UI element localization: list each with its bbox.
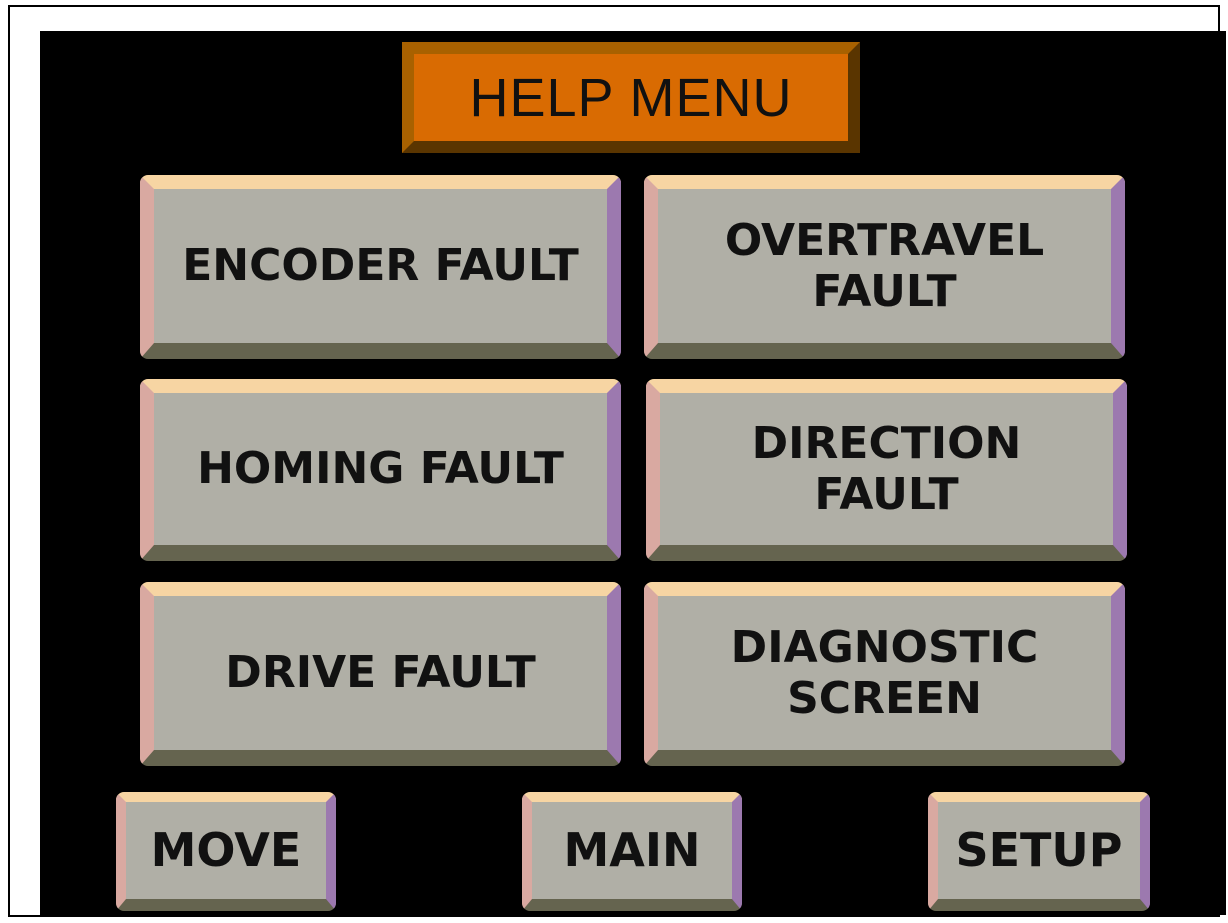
diagnostic-screen-label: DIAGNOSTIC SCREEN [730, 621, 1039, 724]
move-button[interactable]: MOVE [116, 792, 336, 911]
hmi-frame: HELP MENU ENCODER FAULT OVERTRAVEL FAULT… [8, 5, 1226, 917]
main-button[interactable]: MAIN [522, 792, 742, 911]
direction-fault-button[interactable]: DIRECTION FAULT [646, 379, 1127, 561]
setup-button[interactable]: SETUP [928, 792, 1150, 911]
encoder-fault-button[interactable]: ENCODER FAULT [140, 175, 621, 359]
main-label: MAIN [563, 822, 701, 877]
page-title: HELP MENU [469, 67, 793, 128]
overtravel-fault-label: OVERTRAVEL FAULT [724, 214, 1045, 317]
drive-fault-label: DRIVE FAULT [225, 647, 536, 699]
encoder-fault-label: ENCODER FAULT [182, 240, 579, 292]
overtravel-fault-button[interactable]: OVERTRAVEL FAULT [644, 175, 1125, 359]
drive-fault-button[interactable]: DRIVE FAULT [140, 582, 621, 766]
setup-label: SETUP [955, 822, 1123, 877]
diagnostic-screen-button[interactable]: DIAGNOSTIC SCREEN [644, 582, 1125, 766]
hmi-screen: HELP MENU ENCODER FAULT OVERTRAVEL FAULT… [40, 31, 1226, 915]
homing-fault-button[interactable]: HOMING FAULT [140, 379, 621, 561]
move-label: MOVE [150, 822, 302, 877]
title-plate: HELP MENU [402, 42, 860, 153]
homing-fault-label: HOMING FAULT [197, 443, 564, 495]
direction-fault-label: DIRECTION FAULT [751, 417, 1022, 520]
